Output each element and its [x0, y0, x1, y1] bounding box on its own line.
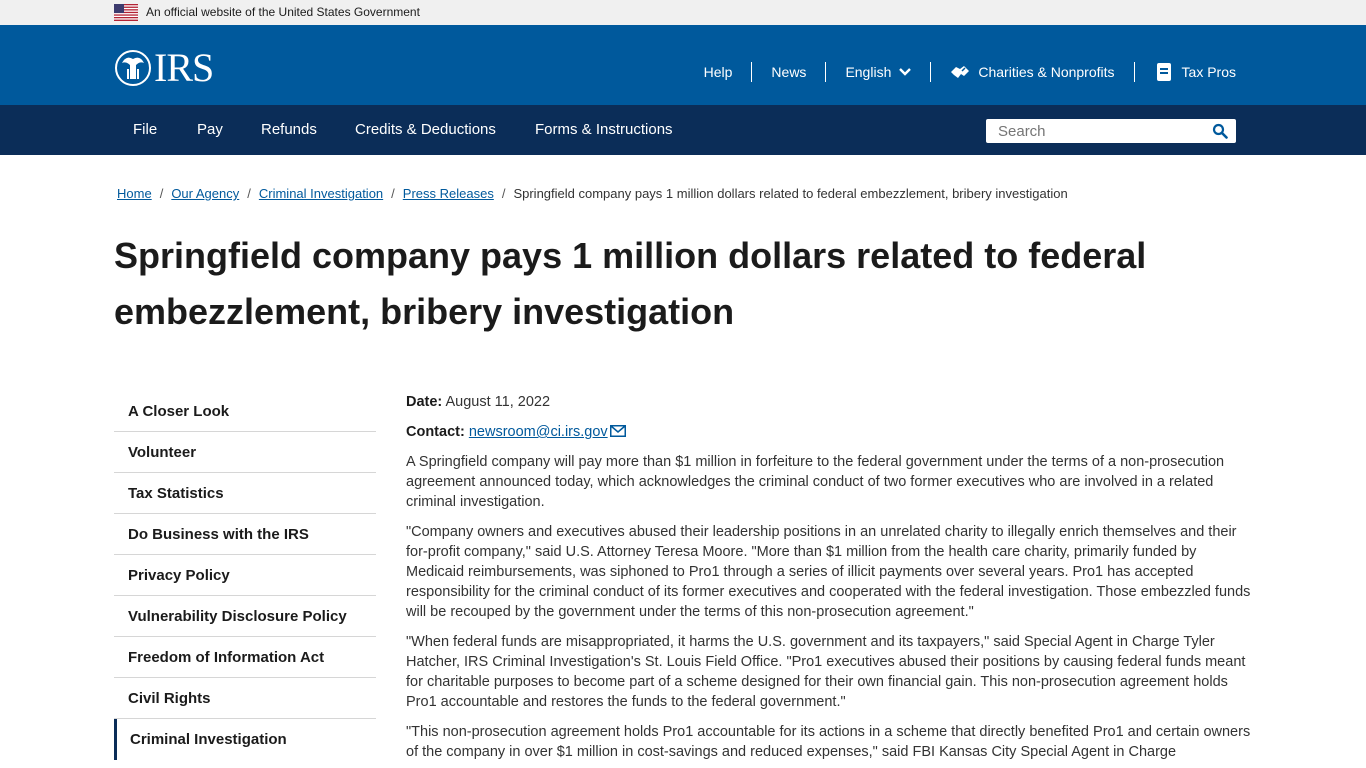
contact-label: Contact: — [406, 424, 465, 440]
util-divider — [930, 62, 932, 82]
irs-logo[interactable]: IRS — [114, 45, 214, 90]
gov-banner: An official website of the United States… — [0, 0, 1366, 25]
search-icon[interactable] — [1212, 123, 1228, 139]
charities-link[interactable]: Charities & Nonprofits — [950, 62, 1115, 82]
nav-forms-instructions[interactable]: Forms & Instructions — [535, 121, 673, 138]
sidebar-item-vulnerability-disclosure[interactable]: Vulnerability Disclosure Policy — [114, 596, 376, 637]
sidebar-item-foia[interactable]: Freedom of Information Act — [114, 637, 376, 678]
article-paragraph: "When federal funds are misappropriated,… — [406, 634, 1246, 710]
charities-label: Charities & Nonprofits — [978, 64, 1115, 80]
date-value: August 11, 2022 — [445, 394, 551, 410]
tax-pros-label: Tax Pros — [1181, 64, 1236, 80]
sidebar-item-criminal-investigation[interactable]: Criminal Investigation — [114, 719, 376, 760]
site-header: IRS Help News English Charities & Nonpro… — [0, 25, 1366, 105]
sidebar-item-a-closer-look[interactable]: A Closer Look — [114, 391, 376, 432]
breadcrumb-separator: / — [391, 186, 395, 201]
us-flag-icon — [114, 4, 138, 21]
breadcrumb-separator: / — [501, 186, 506, 201]
language-selector[interactable]: English — [845, 62, 912, 82]
breadcrumb-current: Springfield company pays 1 million dolla… — [513, 186, 1068, 201]
breadcrumb-separator: / — [159, 186, 164, 201]
utility-nav: Help News English Charities & Nonprofits… — [704, 61, 1236, 83]
nav-refunds[interactable]: Refunds — [261, 121, 317, 138]
breadcrumb-criminal-investigation[interactable]: Criminal Investigation — [259, 186, 383, 201]
nav-pay[interactable]: Pay — [197, 121, 223, 138]
main-nav: File Pay Refunds Credits & Deductions Fo… — [0, 105, 1366, 155]
page-title: Springfield company pays 1 million dolla… — [114, 235, 1147, 332]
article-body: Date: August 11, 2022 Contact: newsroom@… — [406, 392, 1252, 768]
util-divider — [751, 62, 753, 82]
search-box — [986, 119, 1236, 143]
article-contact: Contact: newsroom@ci.irs.gov — [406, 422, 1252, 442]
breadcrumb: Home / Our Agency / Criminal Investigation / P… — [117, 186, 1068, 201]
gov-banner-text: An official website of the United States… — [146, 5, 420, 19]
util-divider — [1133, 62, 1135, 82]
sidebar-item-tax-statistics[interactable]: Tax Statistics — [114, 473, 376, 514]
logo-text: IRS — [154, 45, 214, 90]
sidebar-nav: A Closer Look Volunteer Tax Statistics D… — [114, 391, 376, 760]
irs-eagle-logo-icon — [115, 50, 151, 86]
date-label: Date: — [406, 394, 443, 410]
news-link[interactable]: News — [771, 62, 806, 82]
sidebar-item-civil-rights[interactable]: Civil Rights — [114, 678, 376, 719]
article-paragraph: A Springfield company will pay more than… — [406, 454, 1225, 510]
article-paragraph: "Company owners and executives abused th… — [406, 524, 1251, 620]
contact-email: newsroom@ci.irs.gov — [468, 424, 608, 440]
search-input[interactable] — [986, 119, 1206, 143]
nav-credits-deductions[interactable]: Credits & Deductions — [355, 121, 496, 138]
handshake-icon — [951, 66, 970, 78]
breadcrumb-separator: / — [247, 186, 251, 201]
sidebar-item-do-business[interactable]: Do Business with the IRS — [114, 514, 376, 555]
nav-file[interactable]: File — [133, 121, 157, 138]
article-paragraph: "This non-prosecution agreement holds Pr… — [406, 724, 1251, 760]
breadcrumb-our-agency[interactable]: Our Agency — [171, 186, 239, 201]
breadcrumb-home[interactable]: Home — [117, 186, 152, 201]
sidebar-item-volunteer[interactable]: Volunteer — [114, 432, 376, 473]
chevron-down-icon — [899, 68, 912, 76]
language-label: English — [845, 64, 892, 80]
breadcrumb-press-releases[interactable]: Press Releases — [403, 186, 494, 201]
article-date: Date: August 11, 2022 — [406, 392, 1252, 412]
contact-email-link[interactable]: newsroom@ci.irs.gov — [469, 424, 626, 440]
tax-pros-icon — [1156, 63, 1171, 81]
sidebar-item-privacy-policy[interactable]: Privacy Policy — [114, 555, 376, 596]
util-divider — [825, 62, 827, 82]
mail-icon — [609, 425, 626, 437]
tax-pros-link[interactable]: Tax Pros — [1154, 62, 1236, 82]
help-link[interactable]: Help — [704, 62, 733, 82]
